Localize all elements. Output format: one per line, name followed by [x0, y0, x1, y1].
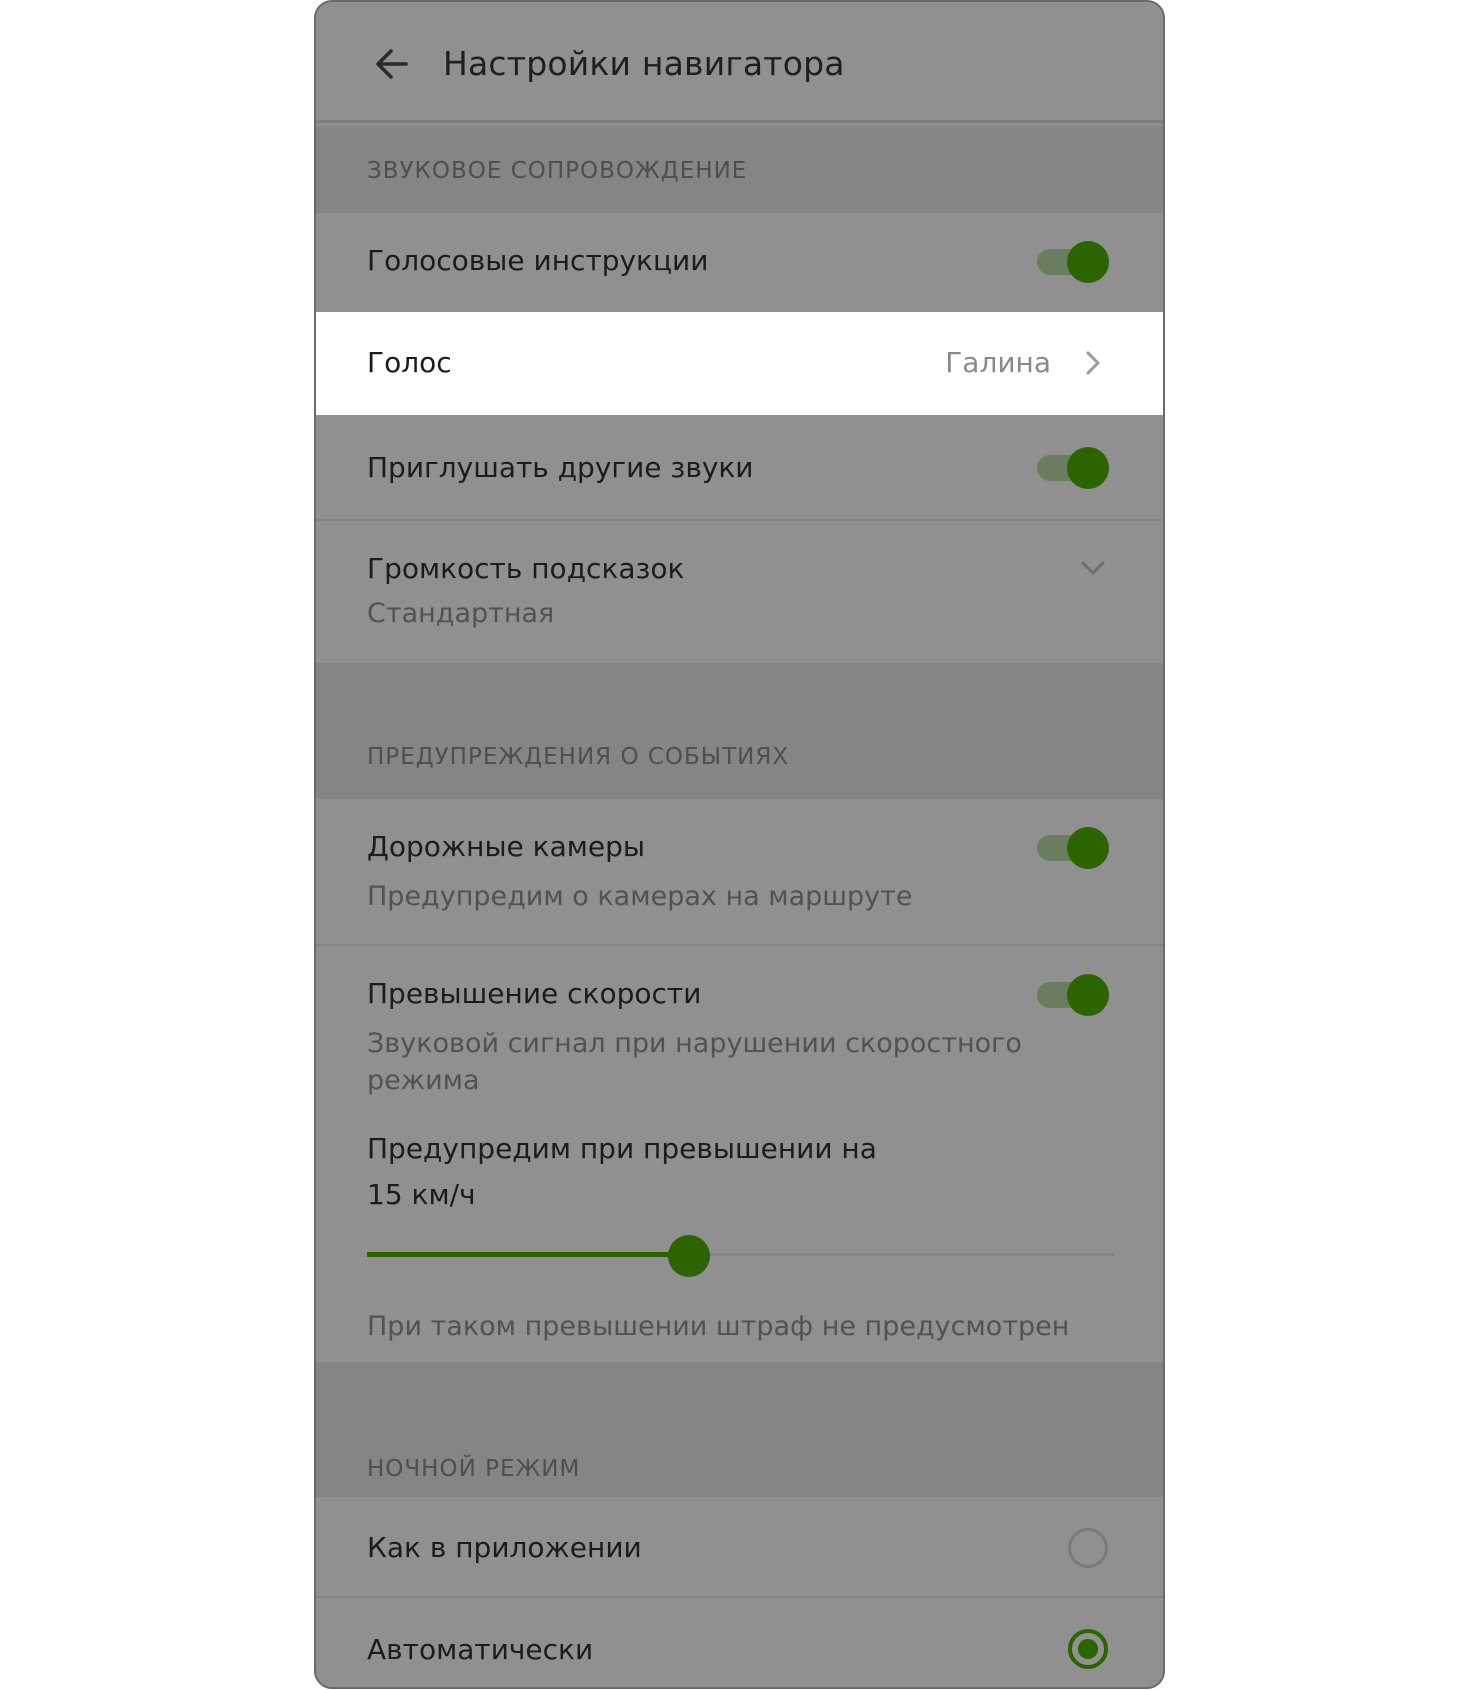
voice-value: Галина [945, 346, 1051, 379]
top-bar: Настройки навигатора [316, 2, 1163, 123]
cameras-toggle[interactable] [1035, 825, 1109, 871]
row-title: Приглушать другие звуки [367, 451, 754, 484]
section-label: ЗВУКОВОЕ СОПРОВОЖДЕНИЕ [367, 158, 748, 184]
chevron-right-icon [1086, 351, 1100, 375]
section-header-sound: ЗВУКОВОЕ СОПРОВОЖДЕНИЕ [316, 126, 1163, 213]
voice-instructions-toggle[interactable] [1035, 239, 1109, 285]
volume-value: Стандартная [367, 598, 555, 629]
slider-thumb[interactable] [667, 1235, 710, 1277]
toggle-knob [1067, 447, 1109, 489]
night-option-auto[interactable]: Автоматически [316, 1598, 1163, 1687]
row-description: Звуковой сигнал при нарушении скоростног… [367, 1028, 1022, 1059]
slider-fill [367, 1252, 689, 1257]
arrow-left-icon [376, 49, 408, 79]
row-title: Превышение скорости [367, 977, 702, 1010]
radio-button[interactable] [1068, 1528, 1108, 1568]
row-title: Автоматически [367, 1633, 594, 1666]
row-voice-instructions[interactable]: Голосовые инструкции [316, 213, 1163, 312]
back-button[interactable] [370, 42, 414, 86]
threshold-value: 15 км/ч [367, 1178, 476, 1211]
row-title: Громкость подсказок [367, 552, 685, 585]
row-description: Предупредим о камерах на маршруте [367, 881, 913, 912]
toggle-knob [1067, 827, 1109, 869]
mute-other-toggle[interactable] [1035, 445, 1109, 491]
threshold-label: Предупредим при превышении на [367, 1132, 877, 1165]
row-volume[interactable]: Громкость подсказок Стандартная [316, 521, 1163, 663]
night-option-app[interactable]: Как в приложении [316, 1497, 1163, 1596]
row-voice[interactable]: Голос Галина [316, 312, 1163, 415]
radio-dot [1078, 1639, 1098, 1659]
settings-screen: Настройки навигатора ЗВУКОВОЕ СОПРОВОЖДЕ… [314, 0, 1165, 1689]
toggle-knob [1067, 974, 1109, 1016]
section-label: ПРЕДУПРЕЖДЕНИЯ О СОБЫТИЯХ [367, 744, 790, 770]
chevron-down-icon [1081, 561, 1105, 575]
section-label: НОЧНОЙ РЕЖИМ [367, 1456, 581, 1482]
fine-note: При таком превышении штраф не предусмотр… [367, 1311, 1070, 1342]
row-title: Голосовые инструкции [367, 244, 709, 277]
row-mute-other[interactable]: Приглушать другие звуки [316, 415, 1163, 520]
row-description: режима [367, 1065, 480, 1096]
row-speeding: Превышение скорости Звуковой сигнал при … [316, 946, 1163, 1362]
row-title: Дорожные камеры [367, 830, 645, 863]
row-title: Как в приложении [367, 1531, 642, 1564]
section-header-night: НОЧНОЙ РЕЖИМ [316, 1362, 1163, 1497]
toggle-knob [1067, 241, 1109, 283]
speed-threshold-slider[interactable] [367, 1235, 1115, 1277]
speeding-toggle[interactable] [1035, 972, 1109, 1018]
row-title: Голос [367, 346, 452, 379]
page-title: Настройки навигатора [443, 44, 845, 83]
row-cameras[interactable]: Дорожные камеры Предупредим о камерах на… [316, 799, 1163, 944]
radio-button[interactable] [1068, 1629, 1108, 1669]
section-header-events: ПРЕДУПРЕЖДЕНИЯ О СОБЫТИЯХ [316, 663, 1163, 799]
